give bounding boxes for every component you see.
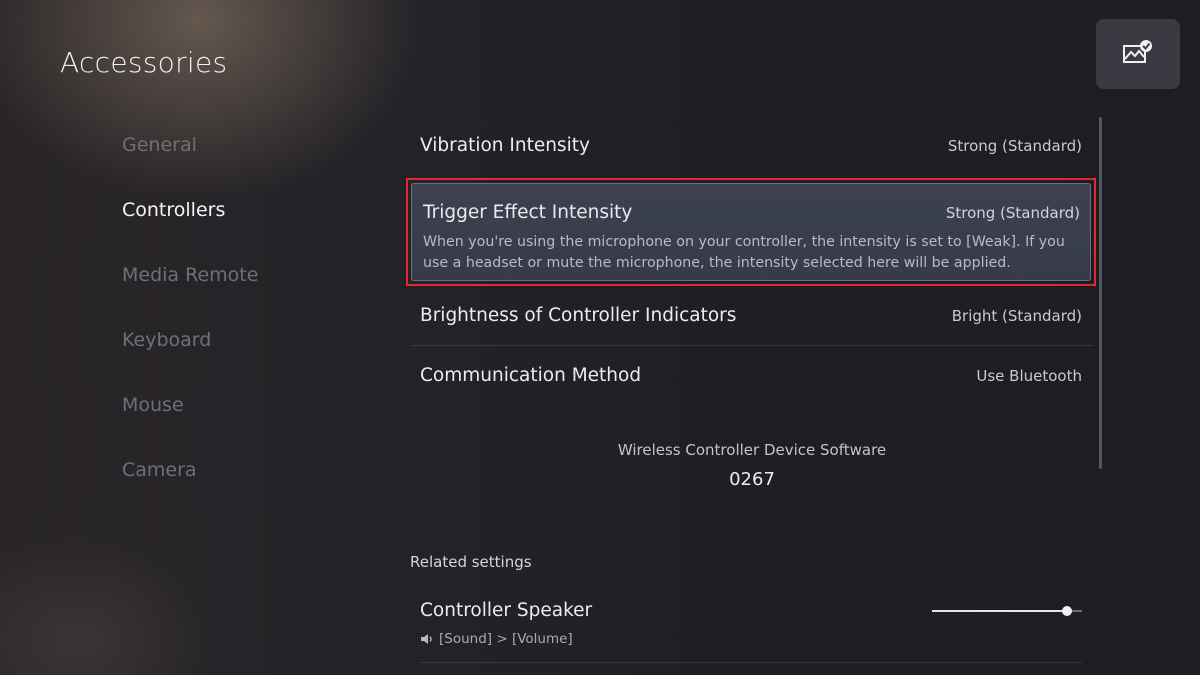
related-settings-heading: Related settings [410, 553, 532, 571]
device-software-version: 0267 [729, 469, 775, 490]
setting-label: Trigger Effect Intensity [423, 202, 633, 223]
device-software-label: Wireless Controller Device Software [617, 441, 887, 459]
setting-brightness-controller-indicators[interactable]: Brightness of Controller Indicators Brig… [410, 286, 1094, 346]
volume-slider-fill [932, 610, 1067, 612]
sidebar-item-keyboard[interactable]: Keyboard [122, 327, 258, 392]
setting-value: Bright (Standard) [951, 307, 1082, 325]
volume-slider-knob[interactable] [1062, 606, 1072, 616]
setting-label: Brightness of Controller Indicators [420, 305, 737, 326]
controller-speaker-setting[interactable]: Controller Speaker [Sound] > [Volume] [420, 600, 1082, 663]
focused-setting-card: Trigger Effect Intensity Strong (Standar… [411, 183, 1091, 281]
sidebar-item-controllers[interactable]: Controllers [122, 197, 258, 262]
device-software-info: Wireless Controller Device Software 0267 [410, 441, 1094, 490]
settings-list: Vibration Intensity Strong (Standard) Tr… [406, 116, 1096, 406]
setting-path: [Sound] > [Volume] [420, 631, 1082, 647]
scrollbar[interactable] [1099, 117, 1102, 469]
sidebar-item-mouse[interactable]: Mouse [122, 392, 258, 457]
setting-trigger-effect-intensity[interactable]: Trigger Effect Intensity Strong (Standar… [406, 178, 1096, 286]
setting-label: Communication Method [420, 365, 642, 386]
sidebar: General Controllers Media Remote Keyboar… [122, 132, 258, 522]
setting-communication-method[interactable]: Communication Method Use Bluetooth [410, 346, 1094, 406]
setting-value: Strong (Standard) [945, 204, 1080, 222]
capture-button[interactable] [1096, 19, 1180, 89]
sidebar-item-media-remote[interactable]: Media Remote [122, 262, 258, 327]
volume-slider[interactable] [932, 606, 1082, 616]
speaker-icon [421, 634, 432, 644]
setting-vibration-intensity[interactable]: Vibration Intensity Strong (Standard) [410, 116, 1094, 176]
setting-description: When you're using the microphone on your… [423, 234, 1065, 271]
sidebar-item-camera[interactable]: Camera [122, 457, 258, 522]
sidebar-item-general[interactable]: General [122, 132, 258, 197]
setting-label: Vibration Intensity [420, 135, 590, 156]
setting-path-text: [Sound] > [Volume] [439, 631, 573, 647]
setting-value: Strong (Standard) [947, 137, 1082, 155]
screenshot-edit-icon [1123, 40, 1152, 63]
page-title: Accessories [60, 46, 228, 79]
setting-value: Use Bluetooth [976, 367, 1082, 385]
